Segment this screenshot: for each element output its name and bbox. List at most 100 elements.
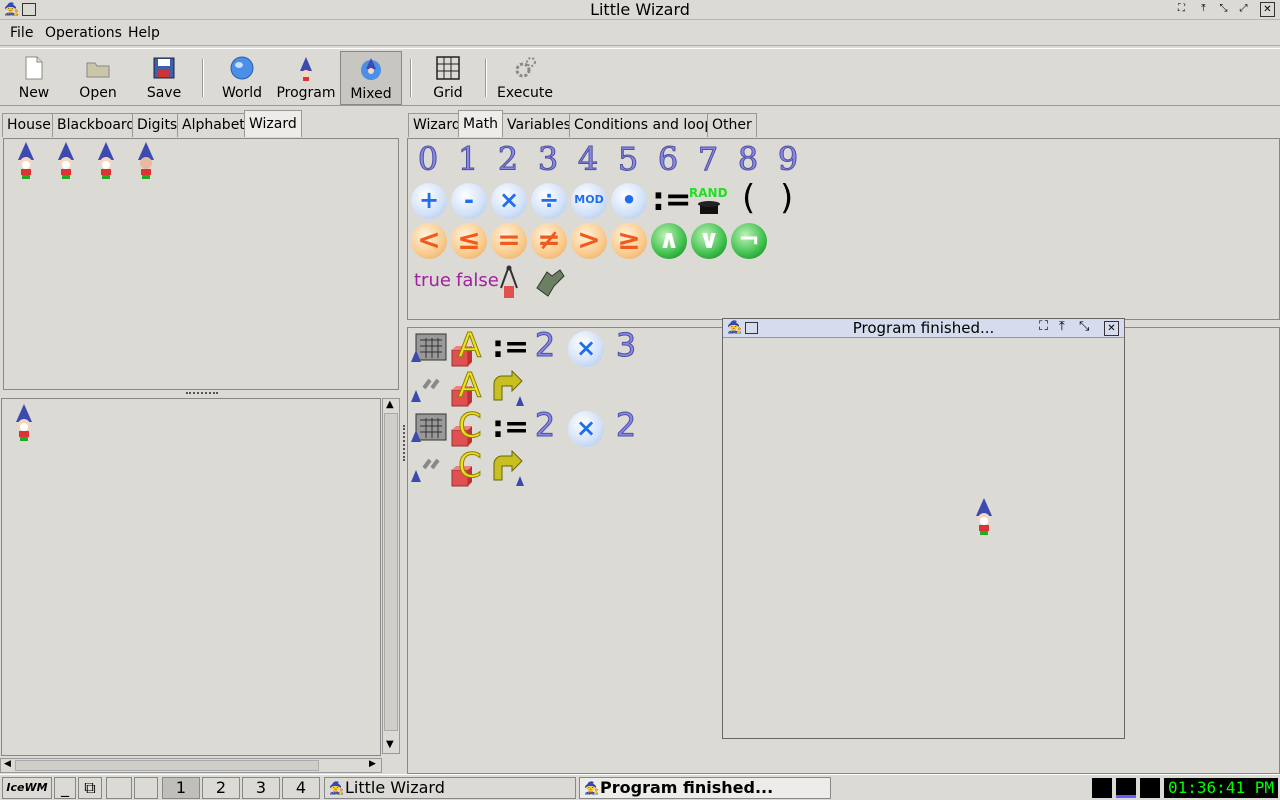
digit-5[interactable]: 5 [608, 140, 648, 179]
net-monitor [1116, 778, 1136, 798]
wizard-icon [300, 57, 312, 81]
wizard-sprite-left[interactable] [90, 141, 122, 181]
tab-digits[interactable]: Digits [132, 113, 183, 137]
splitter-handle[interactable] [186, 392, 218, 396]
right-paren[interactable]: ) [780, 178, 793, 218]
tab-math[interactable]: Math [458, 110, 504, 137]
execute-button[interactable]: Execute [496, 51, 554, 105]
program-button[interactable]: Program [276, 51, 336, 105]
var-name: C [458, 446, 483, 487]
digit-6[interactable]: 6 [648, 140, 688, 179]
scroll-right-icon[interactable]: ▶ [369, 759, 376, 769]
false-literal[interactable]: false [456, 270, 499, 291]
tab-other[interactable]: Other [707, 113, 757, 137]
quick-launch-1[interactable] [106, 777, 132, 799]
maximize-icon[interactable]: ⛶ [1039, 319, 1048, 334]
and-operator[interactable]: ∧ [651, 223, 687, 259]
digit-0[interactable]: 0 [408, 140, 448, 179]
mixed-button[interactable]: Mixed [340, 51, 402, 105]
close-icon[interactable]: ✕ [1260, 2, 1275, 17]
scroll-thumb-h[interactable] [15, 760, 319, 771]
pointer-hand-icon[interactable] [534, 266, 566, 298]
digit-2[interactable]: 2 [488, 140, 528, 179]
calculator-wizard-icon [411, 333, 447, 362]
equal-operator[interactable]: = [491, 223, 527, 259]
tab-conditions-loops[interactable]: Conditions and loops [569, 113, 726, 137]
world-button[interactable]: World [216, 51, 268, 105]
tab-variables[interactable]: Variables [502, 113, 576, 137]
window-list-button[interactable]: ⧉ [78, 777, 102, 799]
close-icon[interactable]: ✕ [1104, 321, 1119, 336]
new-button[interactable]: New [8, 51, 60, 105]
workspace-3[interactable]: 3 [242, 777, 280, 799]
true-literal[interactable]: true [414, 270, 451, 291]
clock[interactable]: 01:36:41 PM [1164, 778, 1278, 798]
scroll-down-icon[interactable]: ▼ [386, 739, 394, 750]
tab-alphabet[interactable]: Alphabet [177, 113, 250, 137]
assign-operator[interactable]: := [652, 180, 692, 218]
toolbar: New Open Save World Program Mixed Grid E… [0, 48, 1280, 106]
left-paren[interactable]: ( [742, 178, 755, 218]
quick-launch-2[interactable] [134, 777, 158, 799]
not-operator[interactable]: ¬ [731, 223, 767, 259]
digit-4[interactable]: 4 [568, 140, 608, 179]
tab-wizard[interactable]: Wizard [244, 110, 302, 137]
minimize-icon[interactable]: ⤡ [1079, 319, 1089, 334]
splitter-handle-v[interactable] [403, 425, 407, 461]
start-menu-button[interactable]: IceWM [2, 777, 52, 799]
dot-operator[interactable]: • [611, 183, 647, 219]
greater-than-operator[interactable]: > [571, 223, 607, 259]
dialog-titlebar[interactable]: 🧙 Program finished... ⛶ ⤒ ⤡ ✕ [723, 319, 1124, 338]
digit-8[interactable]: 8 [728, 140, 768, 179]
mod-operator[interactable]: MOD [571, 183, 607, 219]
not-equal-operator[interactable]: ≠ [531, 223, 567, 259]
tab-house[interactable]: House [2, 113, 56, 137]
task-program-finished[interactable]: 🧙 Program finished... [579, 777, 831, 799]
wizard-sprite-right[interactable] [50, 141, 82, 181]
raise-icon[interactable]: ⤒ [1196, 2, 1211, 17]
multiply-operator[interactable]: × [491, 183, 527, 219]
scroll-left-icon[interactable]: ◀ [4, 759, 11, 769]
workspace-2[interactable]: 2 [202, 777, 240, 799]
plus-operator[interactable]: + [411, 183, 447, 219]
wizard-character[interactable] [8, 403, 40, 443]
grid-button[interactable]: Grid [422, 51, 474, 105]
open-button[interactable]: Open [72, 51, 124, 105]
less-than-operator[interactable]: < [411, 223, 447, 259]
rand-hat-icon[interactable] [696, 196, 722, 220]
workspace-1[interactable]: 1 [162, 777, 200, 799]
maximize-icon[interactable]: ⛶ [1174, 2, 1189, 17]
greater-equal-operator[interactable]: ≥ [611, 223, 647, 259]
world-canvas[interactable] [1, 398, 381, 756]
app-icon: 🧙 [329, 781, 344, 795]
less-equal-operator[interactable]: ≤ [451, 223, 487, 259]
wizard-sprite-down[interactable] [10, 141, 42, 181]
raise-icon[interactable]: ⤒ [1059, 319, 1065, 334]
menu-operations[interactable]: Operations [45, 25, 122, 41]
tab-blackboard[interactable]: Blackboard [52, 113, 141, 137]
minimize-icon[interactable]: ⤡ [1216, 2, 1231, 17]
scroll-thumb[interactable] [384, 413, 398, 731]
task-little-wizard[interactable]: 🧙 Little Wizard [324, 777, 576, 799]
menu-help[interactable]: Help [128, 25, 160, 41]
digit-7[interactable]: 7 [688, 140, 728, 179]
toolbar-separator [410, 59, 412, 97]
program-finished-dialog: 🧙 Program finished... ⛶ ⤒ ⤡ ✕ [722, 318, 1125, 739]
operand-left: 2 [534, 326, 556, 365]
minus-operator[interactable]: - [451, 183, 487, 219]
digit-3[interactable]: 3 [528, 140, 568, 179]
shade-icon[interactable]: ⤢ [1236, 2, 1251, 17]
scroll-up-icon[interactable]: ▲ [386, 399, 394, 410]
divide-operator[interactable]: ÷ [531, 183, 567, 219]
wizard-sprite-up[interactable] [130, 141, 162, 181]
workspace-4[interactable]: 4 [282, 777, 320, 799]
horizontal-scrollbar[interactable]: ◀ ▶ [0, 758, 382, 773]
or-operator[interactable]: ∨ [691, 223, 727, 259]
vertical-scrollbar[interactable]: ▲ ▼ [382, 398, 400, 754]
save-button[interactable]: Save [138, 51, 190, 105]
digit-1[interactable]: 1 [448, 140, 488, 179]
menu-file[interactable]: File [10, 25, 33, 41]
show-desktop-button[interactable]: _ [54, 777, 76, 799]
compass-icon[interactable] [498, 264, 520, 300]
digit-9[interactable]: 9 [768, 140, 808, 179]
